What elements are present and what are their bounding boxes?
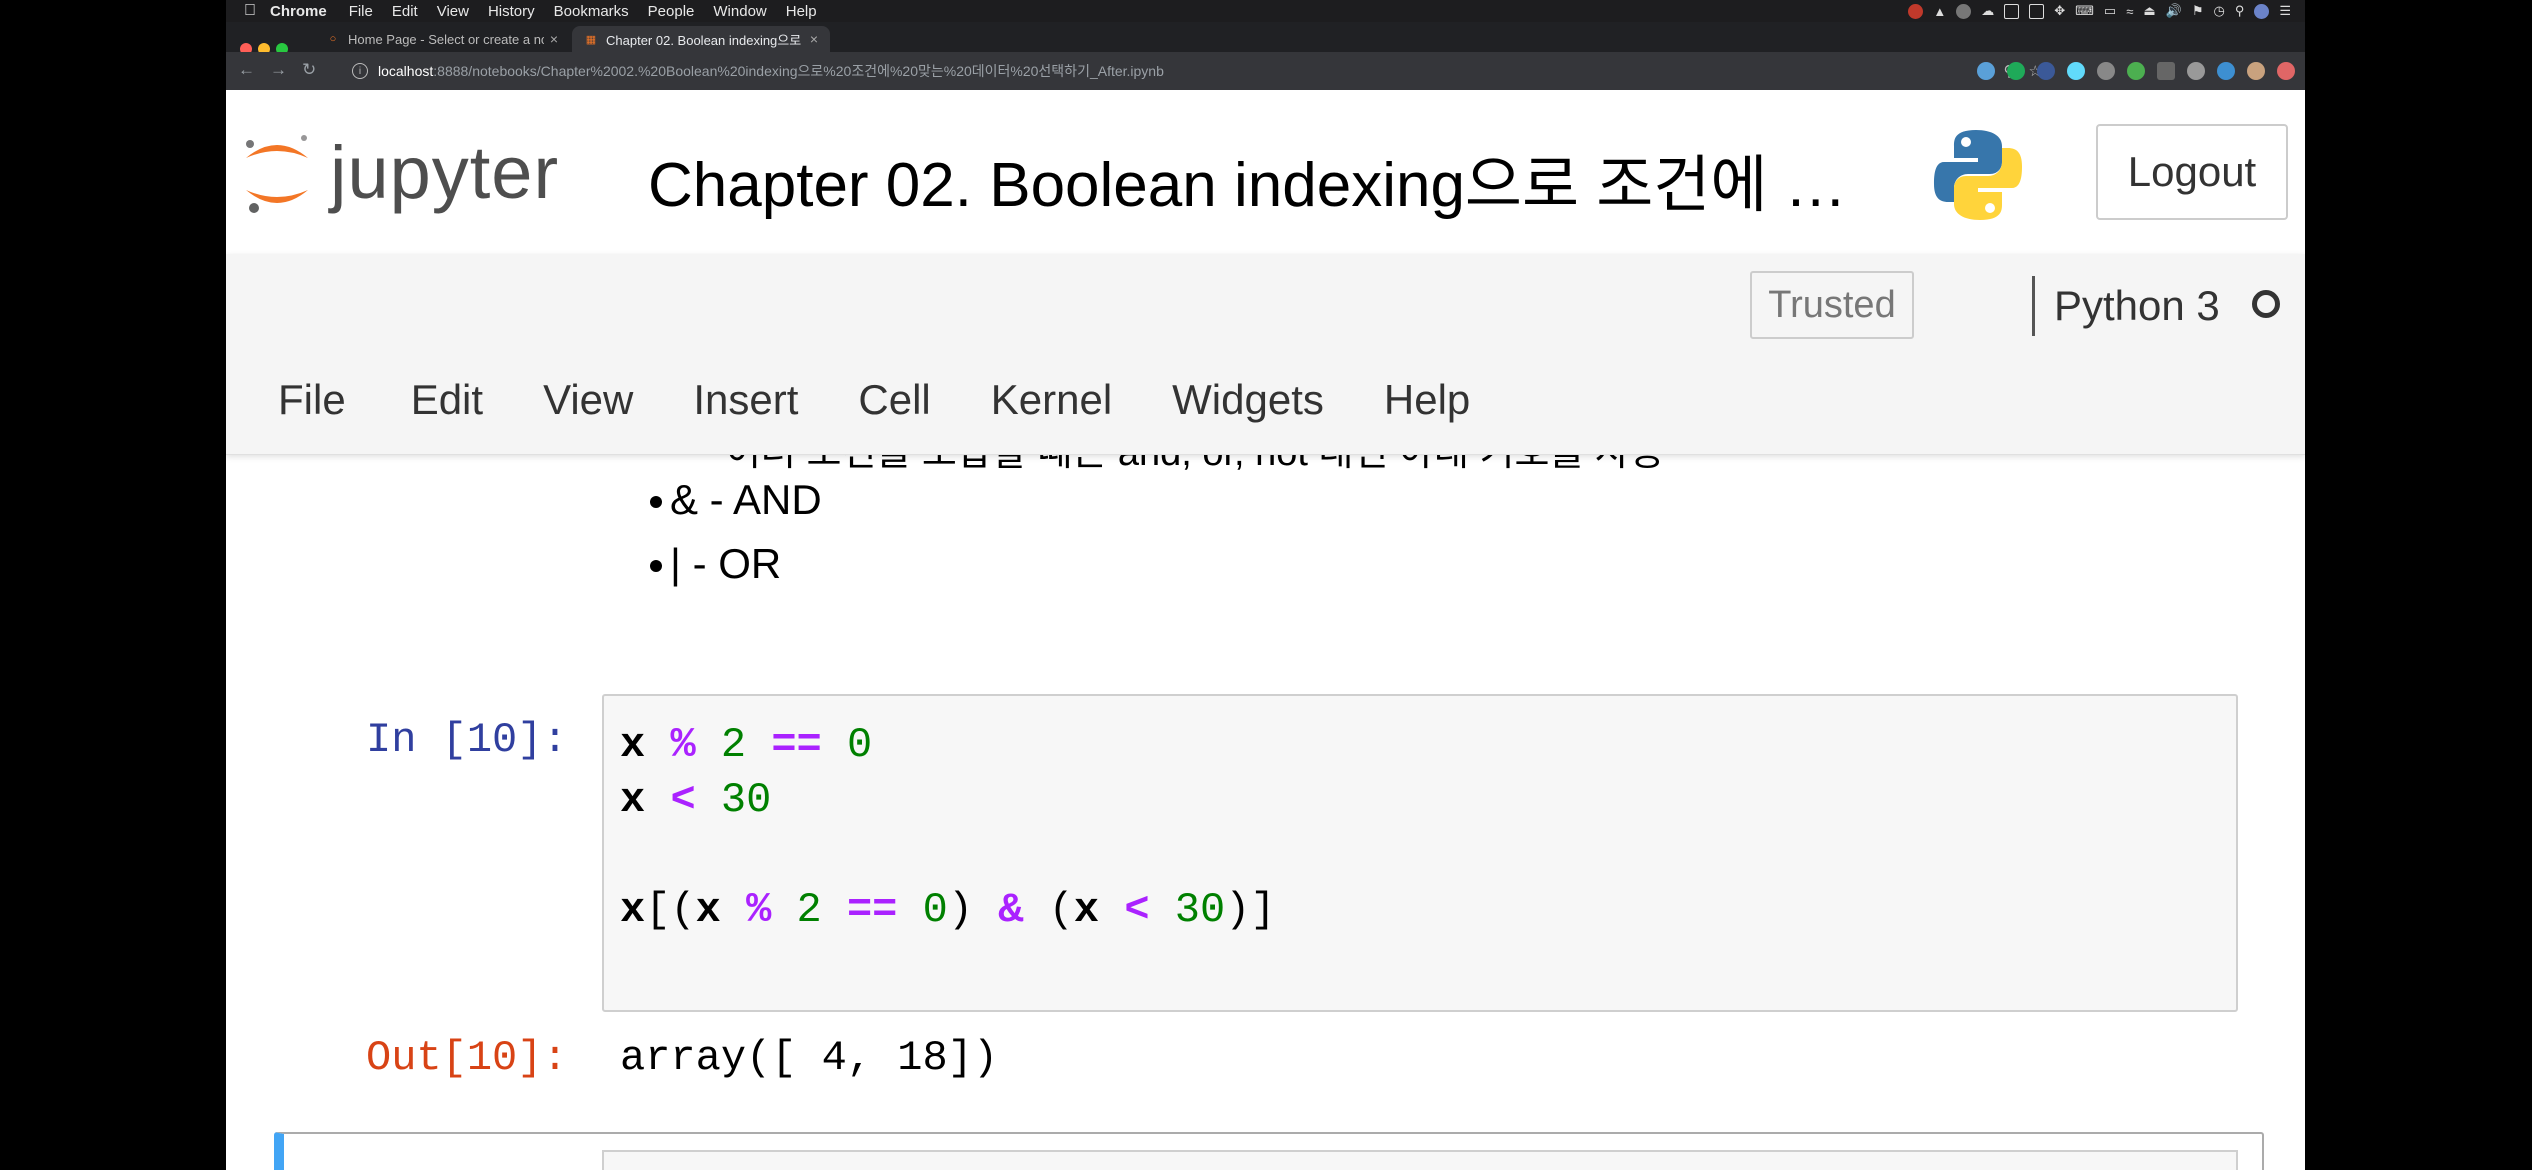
spotlight-icon[interactable]: ⚲ [2235,3,2245,19]
forward-icon[interactable]: → [270,60,287,80]
extension-icon[interactable] [1977,62,1995,80]
markdown-bullet-list: & - AND | - OR [650,468,822,596]
status-tray: ▲ ☁ ✥ ⌨ ▭ ≈ ⏏ 🔊 ⚑ ◷ ⚲ ☰ [1908,0,2291,22]
back-icon[interactable]: ← [238,60,255,80]
jupyter-menubar: Trusted Python 3 File Edit View Insert C… [226,254,2305,455]
menu-people[interactable]: People [648,3,695,20]
apple-icon[interactable]:  [244,2,256,20]
jupyter-wordmark: jupyter [330,130,560,214]
screen:  Chrome File Edit View History Bookmark… [226,0,2305,1170]
tab-strip: ○ Home Page - Select or create a noteboo… [226,22,2305,72]
notebook-container: 여러 조건을 조합할 때는 and, or, not 대신 아래 기호를 사용 … [226,420,2305,1170]
address-bar[interactable]: i localhost :8888/notebooks/Chapter%2002… [352,57,2052,85]
menu-file[interactable]: File [278,376,346,424]
notebook-title[interactable]: Chapter 02. Boolean indexing으로 조건에 맞는 데이… [648,134,1848,224]
tab-home-page[interactable]: ○ Home Page - Select or create a noteboo… [314,26,570,52]
square-icon[interactable] [2029,3,2045,19]
menu-kernel[interactable]: Kernel [991,376,1112,424]
jupyter-header: jupyter Chapter 02. Boolean indexing으로 조… [226,90,2305,255]
tab-label: Home Page - Select or create a notebook [348,31,544,47]
menu-bookmarks[interactable]: Bookmarks [554,3,629,20]
jupyter-orbit-icon [246,135,308,213]
close-tab-icon[interactable]: × [550,31,558,47]
app-menu-chrome[interactable]: Chrome [270,3,327,20]
code-editor[interactable]: x % 2 == 0 x < 30 x[(x % 2 == 0) & (x < … [620,718,1276,938]
url-host: localhost [378,63,434,79]
menu-insert[interactable]: Insert [693,376,798,424]
wifi-icon[interactable]: ≈ [2126,4,2133,19]
tab-label: Chapter 02. Boolean indexing으로 조건에 맞는 데이… [606,32,804,48]
keyboard-icon[interactable]: ⌨ [2075,3,2094,19]
menu-help[interactable]: Help [1384,376,1470,424]
cell-output: array([ 4, 18]) [620,1034,999,1082]
browser-toolbar: ← → ↻ i localhost :8888/notebooks/Chapte… [226,52,2305,90]
python-logo-icon [1932,128,2024,227]
react-devtools-icon[interactable] [2067,62,2085,80]
clock-icon[interactable]: ◷ [2213,3,2224,19]
menu-edit[interactable]: Edit [411,376,483,424]
trusted-indicator[interactable]: Trusted [1750,271,1914,339]
cloud-extension-icon[interactable] [2217,62,2235,80]
kernel-idle-icon [2252,290,2280,318]
reload-icon[interactable]: ↻ [302,60,316,80]
volume-icon[interactable]: 🔊 [2166,3,2182,19]
profile-avatar[interactable] [2247,62,2265,80]
input-prompt: In [10]: [366,716,568,764]
code-cell-input[interactable]: x % 2 == 0 x < 30 x[(x % 2 == 0) & (x < … [602,694,2238,1012]
settings-extension-icon[interactable] [2097,62,2115,80]
close-tab-icon[interactable]: × [810,31,818,47]
menu-cell[interactable]: Cell [858,376,930,424]
list-item: & - AND [650,468,822,532]
crosshair-icon[interactable]: ✥ [2054,3,2065,19]
site-info-icon[interactable]: i [352,63,368,79]
menu-view[interactable]: View [437,3,469,20]
list-item: | - OR [650,532,822,596]
menu-view[interactable]: View [543,376,633,424]
cloud-icon[interactable]: ☁ [1981,3,1994,19]
url-path: :8888/notebooks/Chapter%2002.%20Boolean%… [433,63,1164,79]
eject-icon[interactable]: ⏏ [2143,3,2155,19]
window-icon[interactable] [2004,3,2020,19]
flag-icon[interactable]: ⚑ [2192,3,2204,19]
notification-center-icon[interactable]: ☰ [2279,3,2291,19]
d-icon[interactable] [1956,3,1972,19]
menu-file[interactable]: File [349,3,373,20]
kernel-name[interactable]: Python 3 [2054,282,2220,330]
output-prompt: Out[10]: [366,1034,568,1082]
extension-badge-icon[interactable] [2127,62,2145,80]
menu-edit[interactable]: Edit [392,3,418,20]
record-icon[interactable] [1908,3,1924,19]
menu-widgets[interactable]: Widgets [1172,376,1324,424]
grammarly-icon[interactable] [2007,62,2025,80]
airplay-icon[interactable]: ▭ [2104,3,2116,19]
extensions-bar [1977,62,2295,80]
menu-history[interactable]: History [488,3,535,20]
c-extension-icon[interactable] [2157,62,2175,80]
macos-menubar:  Chrome File Edit View History Bookmark… [226,0,2305,22]
docker-icon[interactable]: ▲ [1933,4,1946,19]
jupyter-logo[interactable]: jupyter [240,128,559,216]
notebook-favicon-icon: ▦ [585,33,597,46]
jupyter-favicon-icon: ○ [329,33,337,45]
menu-window[interactable]: Window [713,3,766,20]
logout-button[interactable]: Logout [2096,124,2288,220]
menu-help[interactable]: Help [786,3,817,20]
pin-extension-icon[interactable] [2187,62,2205,80]
next-cell-input[interactable] [602,1150,2238,1170]
kernel-divider [2032,276,2035,336]
update-icon[interactable] [2277,62,2295,80]
translate-icon[interactable] [2037,62,2055,80]
tab-chapter-02[interactable]: ▦ Chapter 02. Boolean indexing으로 조건에 맞는 … [572,26,830,52]
notebook-menu: File Edit View Insert Cell Kernel Widget… [278,376,1470,424]
siri-icon[interactable] [2254,3,2270,19]
